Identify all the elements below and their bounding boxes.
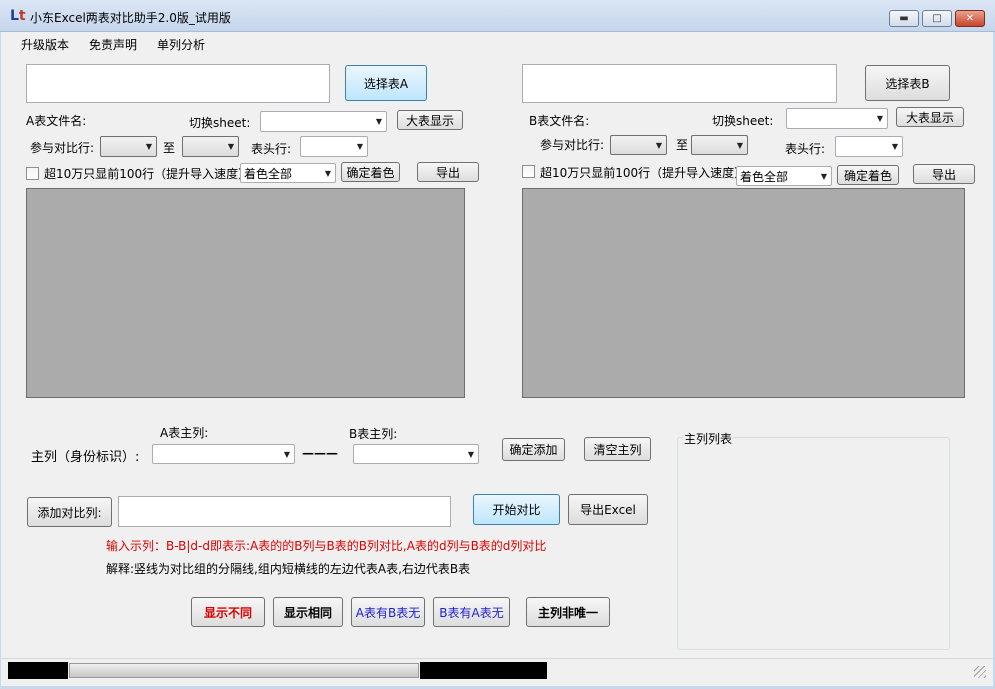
export-a-button[interactable]: 导出 bbox=[417, 162, 479, 182]
add-compare-column-button[interactable]: 添加对比列: bbox=[27, 497, 112, 527]
key-column-a-select[interactable] bbox=[152, 444, 295, 465]
compare-rows-a-label: 参与对比行: bbox=[30, 141, 95, 155]
a-has-b-not-button[interactable]: A表有B表无 bbox=[351, 597, 425, 627]
show-diff-button[interactable]: 显示不同 bbox=[191, 597, 265, 627]
big-view-a-button[interactable]: 大表显示 bbox=[397, 110, 463, 130]
row-start-b-select[interactable] bbox=[610, 135, 667, 156]
status-progress-bar bbox=[69, 663, 419, 678]
example-hint-text: 输入示列：B-B|d-d即表示:A表的的B列与B表的B列对比,A表的d列与B表的… bbox=[106, 539, 547, 553]
key-column-list-groupbox[interactable] bbox=[677, 437, 950, 650]
switch-sheet-b-label: 切换sheet: bbox=[712, 114, 774, 128]
key-column-a-label: A表主列: bbox=[160, 426, 209, 440]
color-mode-a-select[interactable]: 着色全部 bbox=[240, 163, 336, 184]
header-row-b-label: 表头行: bbox=[785, 142, 826, 156]
show-same-button[interactable]: 显示相同 bbox=[273, 597, 343, 627]
export-excel-button[interactable]: 导出Excel bbox=[568, 494, 648, 525]
resize-grip[interactable] bbox=[974, 666, 986, 678]
color-mode-b-select[interactable]: 着色全部 bbox=[736, 166, 832, 187]
key-column-list-title: 主列列表 bbox=[683, 430, 734, 447]
menu-upgrade[interactable]: 升级版本 bbox=[21, 36, 69, 53]
table-a-grid[interactable] bbox=[26, 188, 465, 398]
to-b-label: 至 bbox=[676, 138, 689, 152]
row-end-b-select[interactable] bbox=[691, 135, 748, 156]
to-a-label: 至 bbox=[163, 141, 176, 155]
header-row-a-label: 表头行: bbox=[251, 142, 292, 156]
sheet-a-select[interactable] bbox=[260, 111, 387, 132]
menu-bar bbox=[1, 32, 993, 54]
status-segment-2 bbox=[420, 662, 547, 679]
row-start-a-select[interactable] bbox=[100, 136, 157, 157]
key-column-dash: ——— bbox=[302, 446, 338, 460]
file-name-a-label: A表文件名: bbox=[26, 114, 87, 128]
start-compare-button[interactable]: 开始对比 bbox=[473, 494, 560, 525]
app-icon: Lt bbox=[10, 8, 26, 24]
file-name-b-label: B表文件名: bbox=[529, 114, 590, 128]
limit-rows-b-checkbox[interactable] bbox=[522, 165, 535, 178]
limit-rows-b-label: 超10万只显前100行（提升导入速度） bbox=[540, 166, 747, 180]
compare-columns-input[interactable] bbox=[118, 496, 451, 527]
key-column-b-label: B表主列: bbox=[349, 427, 398, 441]
confirm-color-b-button[interactable]: 确定着色 bbox=[837, 165, 899, 185]
header-row-a-select[interactable] bbox=[300, 136, 368, 157]
row-end-a-select[interactable] bbox=[182, 136, 239, 157]
close-button[interactable]: ✕ bbox=[955, 10, 985, 27]
compare-rows-b-label: 参与对比行: bbox=[540, 138, 605, 152]
menu-single-column-analysis[interactable]: 单列分析 bbox=[157, 36, 205, 53]
status-segment-1 bbox=[8, 662, 68, 679]
limit-rows-a-checkbox[interactable] bbox=[26, 167, 39, 180]
sheet-b-select[interactable] bbox=[786, 108, 888, 129]
minimize-button[interactable]: ▬ bbox=[889, 10, 919, 27]
limit-rows-a-label: 超10万只显前100行（提升导入速度） bbox=[44, 167, 251, 181]
select-table-b-button[interactable]: 选择表B bbox=[865, 65, 950, 101]
clear-key-button[interactable]: 清空主列 bbox=[584, 437, 651, 461]
key-column-b-select[interactable] bbox=[353, 444, 479, 465]
confirm-color-a-button[interactable]: 确定着色 bbox=[341, 162, 400, 182]
switch-sheet-a-label: 切换sheet: bbox=[189, 116, 251, 130]
window-title: 小东Excel两表对比助手2.0版_试用版 bbox=[30, 11, 231, 25]
export-b-button[interactable]: 导出 bbox=[913, 164, 975, 184]
key-not-unique-button[interactable]: 主列非唯一 bbox=[526, 597, 610, 627]
file-path-b-input[interactable] bbox=[522, 64, 837, 103]
table-b-grid[interactable] bbox=[522, 188, 965, 398]
explanation-text: 解释:竖线为对比组的分隔线,组内短横线的左边代表A表,右边代表B表 bbox=[106, 562, 471, 576]
confirm-add-key-button[interactable]: 确定添加 bbox=[502, 438, 565, 461]
header-row-b-select[interactable] bbox=[835, 136, 903, 157]
menu-disclaimer[interactable]: 免责声明 bbox=[89, 36, 137, 53]
file-path-a-input[interactable] bbox=[26, 64, 330, 103]
key-column-main-label: 主列（身份标识）: bbox=[31, 450, 140, 465]
maximize-button[interactable]: □ bbox=[922, 10, 952, 27]
b-has-a-not-button[interactable]: B表有A表无 bbox=[433, 597, 510, 627]
select-table-a-button[interactable]: 选择表A bbox=[345, 65, 427, 101]
big-view-b-button[interactable]: 大表显示 bbox=[896, 107, 964, 127]
